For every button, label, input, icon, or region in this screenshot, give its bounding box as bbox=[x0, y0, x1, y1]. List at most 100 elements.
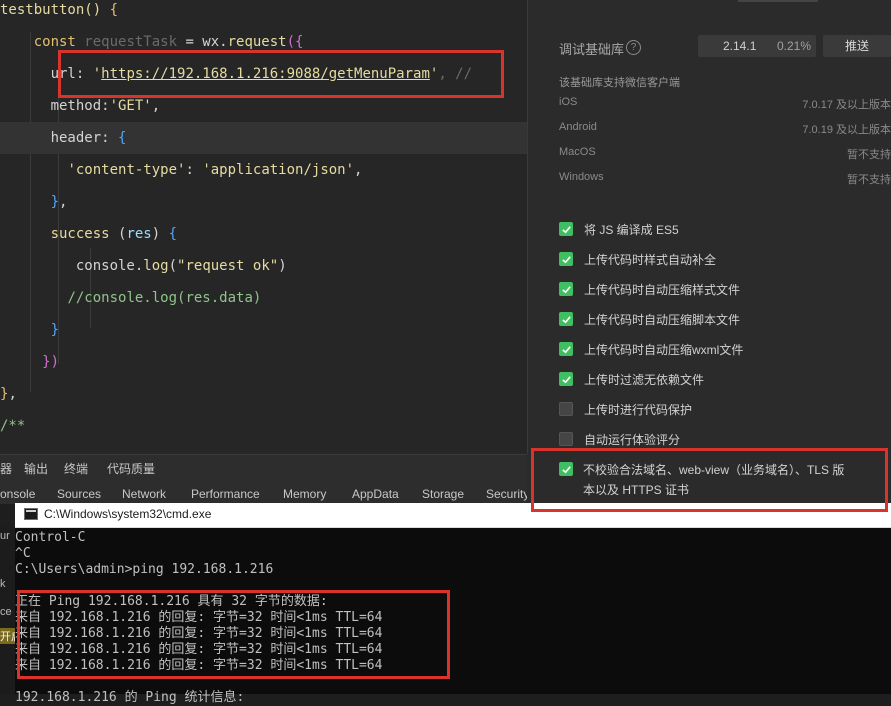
code-token: { bbox=[118, 130, 127, 146]
platform-name: iOS bbox=[559, 96, 578, 108]
tab-security[interactable]: Security bbox=[486, 487, 527, 501]
strip-text: ur bbox=[0, 530, 10, 542]
setting-checkbox-label: 上传时过滤无依赖文件 bbox=[584, 372, 705, 387]
tab-console[interactable]: onsole bbox=[0, 487, 35, 501]
code-token: 'application/json' bbox=[202, 162, 355, 178]
devtools-left-strip: ur k ce 开启 bbox=[0, 527, 15, 694]
code-token: 'GET' bbox=[109, 98, 152, 114]
code-token: //console.log(res.data) bbox=[67, 290, 262, 306]
annotation-box-url bbox=[58, 50, 504, 98]
setting-checkbox-label: 自动运行体验评分 bbox=[584, 432, 681, 447]
code-line[interactable]: testbutton() { bbox=[0, 0, 527, 26]
code-token: method: bbox=[0, 98, 110, 114]
setting-checkbox-label: 上传代码时样式自动补全 bbox=[584, 252, 717, 267]
code-line[interactable]: /** bbox=[0, 410, 527, 442]
code-token: } bbox=[50, 194, 60, 210]
setting-checkbox-row[interactable]: 将 JS 编译成 ES5 bbox=[559, 219, 679, 239]
setting-checkbox-label: 上传时进行代码保护 bbox=[584, 402, 693, 417]
version-percent: 0.21% bbox=[777, 39, 812, 53]
code-token: header: bbox=[0, 130, 119, 146]
tab-code-quality[interactable]: 代码质量 bbox=[107, 460, 155, 477]
code-line[interactable]: console.log("request ok") bbox=[0, 250, 527, 282]
platform-name: Windows bbox=[559, 171, 604, 183]
tab-network[interactable]: Network bbox=[122, 487, 166, 501]
code-token: } bbox=[50, 322, 60, 338]
tab-debugger[interactable]: 器 bbox=[0, 460, 12, 477]
setting-checkbox-row[interactable]: 自动运行体验评分 bbox=[559, 429, 680, 449]
setting-checkbox[interactable] bbox=[559, 312, 573, 326]
support-title: 该基础库支持微信客户端 bbox=[559, 77, 680, 89]
code-token: console. bbox=[0, 258, 144, 274]
question-circle-icon[interactable]: ? bbox=[626, 40, 641, 55]
setting-checkbox-row[interactable]: 上传代码时自动压缩脚本文件 bbox=[559, 309, 740, 329]
tab-terminal[interactable]: 终端 bbox=[64, 460, 88, 477]
code-token: request bbox=[227, 34, 287, 50]
strip-text: k bbox=[0, 578, 6, 590]
code-token: ({ bbox=[286, 34, 304, 50]
platform-version: 7.0.19 及以上版本 bbox=[802, 124, 891, 136]
setting-checkbox[interactable] bbox=[559, 222, 573, 236]
cmd-output-line: Control-C bbox=[15, 530, 86, 545]
code-line[interactable]: }, bbox=[0, 186, 527, 218]
code-token: , bbox=[59, 194, 68, 210]
code-token: "request ok" bbox=[177, 258, 279, 274]
annotation-box-domain-check bbox=[531, 448, 888, 512]
code-line[interactable]: }) bbox=[0, 346, 527, 378]
code-token: 'content-type' bbox=[67, 162, 186, 178]
tab-output[interactable]: 输出 bbox=[24, 460, 48, 477]
setting-checkbox-label: 上传代码时自动压缩wxml文件 bbox=[584, 342, 744, 357]
setting-checkbox-row[interactable]: 上传代码时样式自动补全 bbox=[559, 249, 716, 269]
push-button[interactable]: 推送 bbox=[823, 35, 891, 57]
setting-checkbox-row[interactable]: 上传代码时自动压缩样式文件 bbox=[559, 279, 740, 299]
setting-checkbox[interactable] bbox=[559, 432, 573, 446]
tab-performance[interactable]: Performance bbox=[191, 487, 260, 501]
code-line[interactable]: } bbox=[0, 314, 527, 346]
setting-checkbox-row[interactable]: 上传代码时自动压缩wxml文件 bbox=[559, 339, 743, 359]
setting-checkbox-label: 上传代码时自动压缩脚本文件 bbox=[584, 312, 741, 327]
code-token: : bbox=[185, 162, 203, 178]
tab-appdata[interactable]: AppData bbox=[352, 487, 399, 501]
code-token: = wx. bbox=[177, 34, 228, 50]
cmd-output-line: ^C bbox=[15, 546, 31, 561]
code-line[interactable]: success (res) { bbox=[0, 218, 527, 250]
tab-storage[interactable]: Storage bbox=[422, 487, 464, 501]
tab-memory[interactable]: Memory bbox=[283, 487, 326, 501]
setting-checkbox[interactable] bbox=[559, 372, 573, 386]
panel-top-edge bbox=[738, 0, 818, 2]
cmd-output-line: 192.168.1.216 的 Ping 统计信息: bbox=[15, 690, 245, 705]
code-token: log bbox=[143, 258, 169, 274]
base-lib-label: 调试基础库 bbox=[559, 42, 625, 57]
code-line[interactable]: //console.log(res.data) bbox=[0, 282, 527, 314]
setting-checkbox-label: 将 JS 编译成 ES5 bbox=[584, 222, 679, 237]
setting-checkbox-row[interactable]: 上传时过滤无依赖文件 bbox=[559, 369, 704, 389]
setting-checkbox[interactable] bbox=[559, 252, 573, 266]
code-line[interactable]: }, bbox=[0, 378, 527, 410]
version-text: 2.14.1 bbox=[723, 39, 757, 53]
code-token: const bbox=[0, 34, 85, 50]
base-lib-version-select[interactable]: 2.14.1 0.21% bbox=[698, 35, 816, 57]
setting-checkbox[interactable] bbox=[559, 282, 573, 296]
code-token: ) bbox=[278, 258, 287, 274]
code-token: success bbox=[0, 226, 119, 242]
platform-name: MacOS bbox=[559, 146, 596, 158]
check-icon bbox=[561, 345, 571, 353]
setting-checkbox-label: 上传代码时自动压缩样式文件 bbox=[584, 282, 741, 297]
cmd-window-icon bbox=[24, 508, 38, 520]
setting-checkbox[interactable] bbox=[559, 402, 573, 416]
strip-text: ce bbox=[0, 606, 12, 618]
code-token: , bbox=[8, 386, 17, 402]
code-token: { bbox=[168, 226, 178, 242]
setting-checkbox[interactable] bbox=[559, 342, 573, 356]
setting-checkbox-row[interactable]: 上传时进行代码保护 bbox=[559, 399, 692, 419]
platform-version: 暂不支持 bbox=[847, 174, 891, 186]
code-token: , bbox=[151, 98, 161, 114]
strip-text: 开启 bbox=[0, 628, 15, 644]
code-line[interactable]: 'content-type': 'application/json', bbox=[0, 154, 527, 186]
code-line[interactable]: header: { bbox=[0, 122, 527, 154]
code-token: testbutton() bbox=[0, 2, 110, 18]
tab-sources[interactable]: Sources bbox=[57, 487, 101, 501]
